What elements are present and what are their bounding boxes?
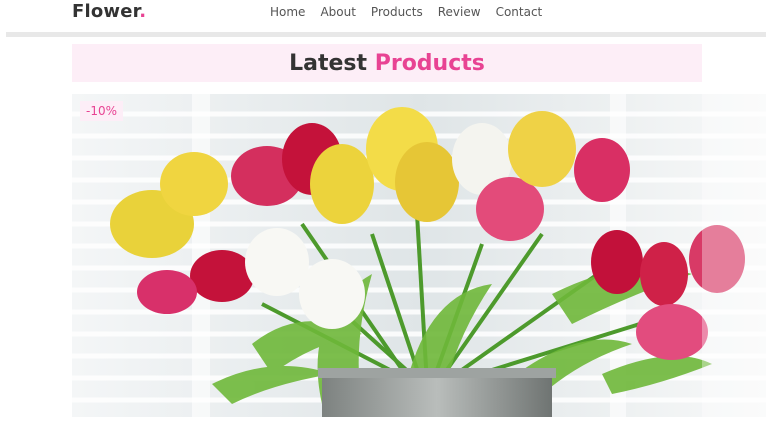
main-nav: Home About Products Review Contact (270, 5, 557, 19)
nav-contact[interactable]: Contact (496, 5, 543, 19)
nav-products[interactable]: Products (371, 5, 423, 19)
discount-badge: -10% (80, 101, 124, 121)
nav-about[interactable]: About (320, 5, 355, 19)
tulip-bouquet-image (72, 94, 766, 417)
heading-main: Latest (289, 50, 368, 76)
product-card[interactable]: -10% (72, 94, 766, 417)
heading-accent: Products (374, 50, 485, 76)
site-header: Flower. Home About Products Review Conta… (0, 0, 766, 30)
page-bottom (0, 417, 766, 423)
nav-home[interactable]: Home (270, 5, 305, 19)
logo-dot: . (139, 1, 147, 22)
section-heading: Latest Products (289, 51, 485, 76)
section-heading-box: Latest Products (72, 44, 702, 82)
logo[interactable]: Flower. (72, 1, 146, 22)
nav-review[interactable]: Review (438, 5, 481, 19)
header-divider (6, 32, 766, 37)
logo-text: Flower (72, 1, 140, 22)
